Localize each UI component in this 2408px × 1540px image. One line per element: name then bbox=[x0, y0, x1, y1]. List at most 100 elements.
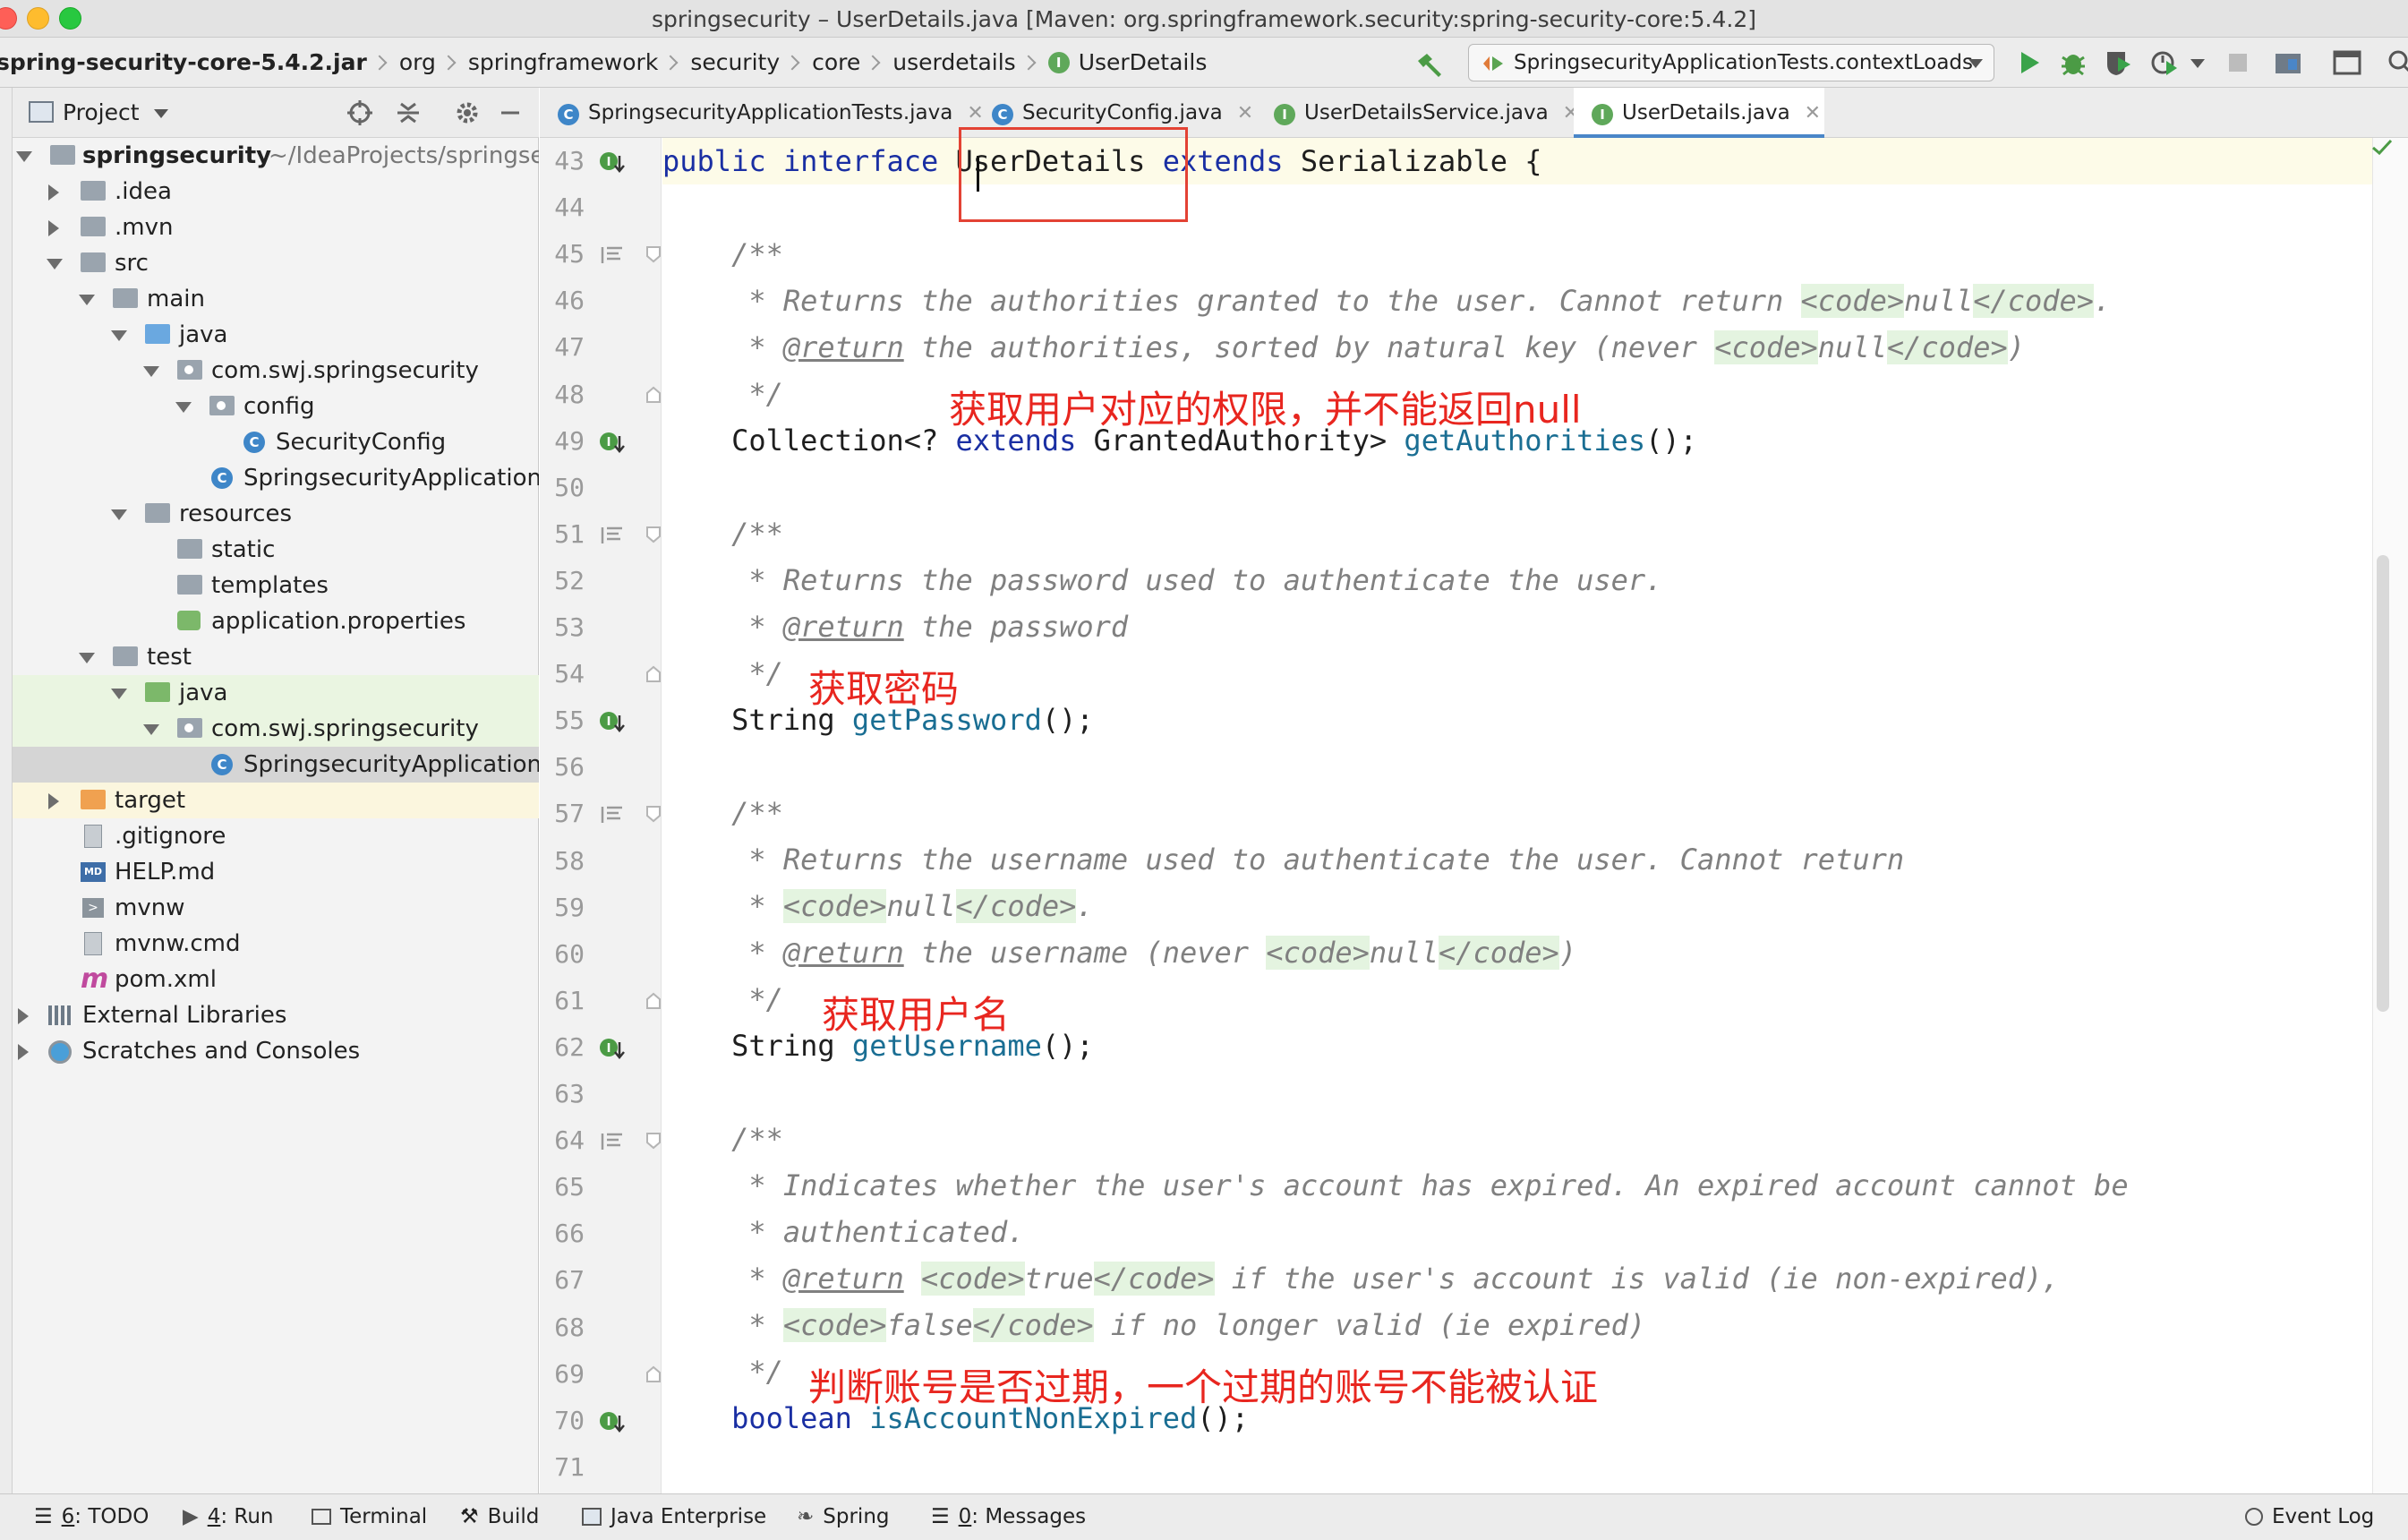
spring-tool-button[interactable]: ❧ Spring bbox=[797, 1505, 890, 1528]
java-enterprise-tool-button[interactable]: Java Enterprise bbox=[582, 1505, 766, 1528]
chevron-down-icon[interactable] bbox=[79, 653, 95, 663]
tree-node[interactable]: main bbox=[13, 281, 539, 317]
coverage-icon[interactable] bbox=[2102, 47, 2134, 79]
breadcrumb-class[interactable]: UserDetails bbox=[1079, 49, 1208, 75]
fold-close-icon[interactable] bbox=[645, 386, 662, 407]
tree-node[interactable]: .idea bbox=[13, 174, 539, 210]
fold-open-icon[interactable] bbox=[645, 1132, 662, 1153]
breadcrumb-security[interactable]: security bbox=[690, 49, 780, 75]
run-icon[interactable] bbox=[2012, 47, 2045, 79]
implemented-marker-icon[interactable]: I bbox=[599, 710, 626, 737]
terminal-tool-button[interactable]: Terminal bbox=[312, 1505, 427, 1528]
tree-node[interactable]: resources bbox=[13, 496, 539, 532]
tree-node[interactable]: static bbox=[13, 532, 539, 568]
project-panel-title[interactable]: Project bbox=[63, 99, 140, 125]
tree-node[interactable]: C SecurityConfig bbox=[13, 424, 539, 460]
tree-node-selected[interactable]: C SpringsecurityApplication bbox=[13, 747, 539, 783]
tab-userdetailsservice[interactable]: I UserDetailsService.java ✕ bbox=[1256, 88, 1579, 138]
run-tool-button[interactable]: ▶ 4: Run bbox=[183, 1505, 274, 1528]
tree-node[interactable]: m pom.xml bbox=[13, 962, 539, 997]
tree-node[interactable]: target bbox=[13, 783, 539, 818]
chevron-down-icon[interactable] bbox=[111, 509, 127, 520]
tree-node[interactable]: src bbox=[13, 245, 539, 281]
tab-springsecurityapplicationtests[interactable]: C SpringsecurityApplicationTests.java ✕ bbox=[540, 88, 984, 138]
code-editor[interactable]: public interface UserDetails extends Ser… bbox=[662, 138, 2372, 1493]
inspection-ok-icon[interactable] bbox=[2370, 136, 2394, 158]
build-tool-button[interactable]: ⚒ Build bbox=[460, 1505, 539, 1528]
tree-node[interactable]: templates bbox=[13, 568, 539, 603]
locate-icon[interactable] bbox=[346, 98, 374, 127]
breadcrumb-core[interactable]: core bbox=[812, 49, 860, 75]
tree-node[interactable]: Scratches and Consoles bbox=[13, 1033, 539, 1069]
fold-close-icon[interactable] bbox=[645, 992, 662, 1014]
javadoc-icon[interactable] bbox=[601, 1132, 624, 1155]
tab-userdetails[interactable]: I UserDetails.java ✕ bbox=[1574, 88, 1824, 138]
implemented-marker-icon[interactable]: I bbox=[599, 1037, 626, 1064]
build-hammer-icon[interactable] bbox=[1414, 50, 1445, 77]
project-structure-icon[interactable] bbox=[2272, 47, 2304, 79]
tree-node[interactable]: mvnw.cmd bbox=[13, 926, 539, 962]
tree-node[interactable]: > mvnw bbox=[13, 890, 539, 926]
fold-open-icon[interactable] bbox=[645, 526, 662, 547]
tree-node[interactable]: java bbox=[13, 675, 539, 711]
chevron-down-icon[interactable] bbox=[143, 366, 159, 377]
tree-node[interactable]: application.properties bbox=[13, 603, 539, 639]
chevron-right-icon[interactable] bbox=[18, 1044, 29, 1060]
tree-node[interactable]: MD HELP.md bbox=[13, 854, 539, 890]
messages-tool-button[interactable]: ☰ 0: Messages bbox=[931, 1505, 1086, 1528]
breadcrumb-jar[interactable]: spring-security-core-5.4.2.jar bbox=[0, 49, 367, 75]
breadcrumb-userdetails[interactable]: userdetails bbox=[892, 49, 1015, 75]
tree-node[interactable]: java bbox=[13, 317, 539, 353]
fold-close-icon[interactable] bbox=[645, 665, 662, 687]
presentation-icon[interactable] bbox=[2331, 47, 2363, 79]
chevron-down-icon[interactable] bbox=[111, 330, 127, 341]
chevron-down-icon[interactable] bbox=[154, 109, 168, 118]
fold-open-icon[interactable] bbox=[645, 245, 662, 267]
fold-close-icon[interactable] bbox=[645, 1365, 662, 1387]
chevron-right-icon[interactable] bbox=[48, 793, 59, 809]
stop-icon[interactable] bbox=[2222, 47, 2254, 79]
hide-panel-icon[interactable] bbox=[496, 98, 525, 127]
run-configuration-select[interactable]: SpringsecurityApplicationTests.contextLo… bbox=[1468, 44, 1994, 81]
tree-node[interactable]: External Libraries bbox=[13, 997, 539, 1033]
close-icon[interactable]: ✕ bbox=[1805, 102, 1821, 124]
fold-open-icon[interactable] bbox=[645, 805, 662, 826]
breadcrumb-org[interactable]: org bbox=[399, 49, 436, 75]
tree-node[interactable]: com.swj.springsecurity bbox=[13, 353, 539, 389]
implemented-marker-icon[interactable]: I bbox=[599, 1410, 626, 1437]
tree-node-root[interactable]: springsecurity ~/IdeaProjects/springse bbox=[13, 138, 539, 174]
chevron-down-icon[interactable] bbox=[16, 151, 32, 162]
event-log-tool-button[interactable]: Event Log bbox=[2245, 1505, 2374, 1528]
javadoc-icon[interactable] bbox=[601, 245, 624, 269]
close-icon[interactable]: ✕ bbox=[1237, 102, 1253, 124]
chevron-down-icon[interactable] bbox=[143, 724, 159, 735]
profile-icon[interactable] bbox=[2148, 47, 2181, 79]
line-number: 52 bbox=[554, 565, 585, 595]
debug-icon[interactable] bbox=[2057, 47, 2089, 79]
breadcrumb-springframework[interactable]: springframework bbox=[468, 49, 658, 75]
tree-node[interactable]: .gitignore bbox=[13, 818, 539, 854]
javadoc-icon[interactable] bbox=[601, 805, 624, 828]
tree-node[interactable]: .mvn bbox=[13, 210, 539, 245]
implemented-marker-icon[interactable]: I bbox=[599, 150, 626, 177]
chevron-down-icon[interactable] bbox=[175, 402, 192, 413]
todo-tool-button[interactable]: ☰ 6: TODO bbox=[34, 1505, 149, 1528]
search-icon[interactable] bbox=[2385, 47, 2408, 79]
chevron-down-icon[interactable] bbox=[2188, 47, 2207, 79]
implemented-marker-icon[interactable]: I bbox=[599, 431, 626, 458]
chevron-right-icon[interactable] bbox=[18, 1008, 29, 1024]
tree-node[interactable]: config bbox=[13, 389, 539, 424]
tree-node-label: mvnw bbox=[115, 894, 185, 921]
tree-node[interactable]: com.swj.springsecurity bbox=[13, 711, 539, 747]
chevron-down-icon[interactable] bbox=[111, 689, 127, 699]
chevron-down-icon[interactable] bbox=[47, 259, 63, 270]
javadoc-icon[interactable] bbox=[601, 526, 624, 549]
chevron-down-icon[interactable] bbox=[79, 295, 95, 305]
tree-node[interactable]: C SpringsecurityApplication bbox=[13, 460, 539, 496]
tree-node[interactable]: test bbox=[13, 639, 539, 675]
chevron-right-icon[interactable] bbox=[48, 220, 59, 236]
vertical-scrollbar[interactable] bbox=[2377, 555, 2389, 1012]
chevron-right-icon[interactable] bbox=[48, 184, 59, 201]
collapse-all-icon[interactable] bbox=[394, 98, 423, 127]
gear-icon[interactable] bbox=[453, 98, 482, 127]
